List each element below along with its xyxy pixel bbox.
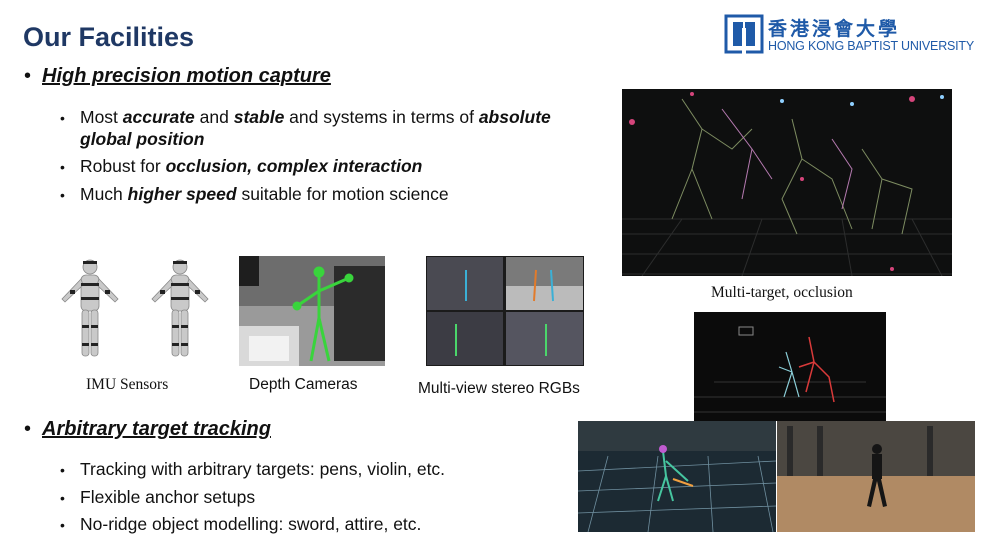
list-item: • No-ridge object modelling: sword, atti… xyxy=(60,513,421,536)
caption-multi-view-stereo: Multi-view stereo RGBs xyxy=(418,380,580,397)
bullet-dot: • xyxy=(60,110,65,126)
logo-english-name: HONG KONG BAPTIST UNIVERSITY xyxy=(768,39,975,53)
list-item-continuation: global position xyxy=(80,129,205,149)
bullet-dot: • xyxy=(60,490,65,506)
list-item: • Most accurate and stable and systems i… xyxy=(60,106,551,129)
imu-body-front xyxy=(61,259,119,357)
section-heading-motion-capture: High precision motion capture xyxy=(42,65,331,87)
imu-body-back xyxy=(151,259,209,357)
bullet-dot: • xyxy=(60,462,65,478)
list-item: • Much higher speed suitable for motion … xyxy=(60,183,449,206)
logo-chinese-name: 香港浸會大學 xyxy=(768,18,901,40)
bullet-dot: • xyxy=(60,187,65,203)
university-logo: 香港浸會大學 HONG KONG BAPTIST UNIVERSITY xyxy=(724,14,974,58)
occlusion-demo-image xyxy=(694,312,886,421)
list-item: • Flexible anchor setups xyxy=(60,486,255,509)
motion-capture-list: • Most accurate and stable and systems i… xyxy=(60,106,600,206)
caption-depth-cameras: Depth Cameras xyxy=(249,376,358,393)
bullet-dot: • xyxy=(60,517,65,533)
bullet-dot: • xyxy=(24,418,32,440)
hkbu-emblem-icon xyxy=(724,14,764,54)
multi-target-occlusion-image xyxy=(622,89,952,276)
caption-imu-sensors: IMU Sensors xyxy=(86,376,169,393)
multi-view-stereo-figure xyxy=(426,256,584,366)
arbitrary-target-3d-view-image xyxy=(578,421,776,532)
depth-camera-figure xyxy=(239,256,385,366)
section-heading-arbitrary-tracking: Arbitrary target tracking xyxy=(42,418,271,440)
imu-sensors-figure xyxy=(61,259,209,357)
list-item: • Tracking with arbitrary targets: pens,… xyxy=(60,458,445,481)
page-title: Our Facilities xyxy=(23,22,195,52)
arbitrary-tracking-list: • Tracking with arbitrary targets: pens,… xyxy=(60,458,560,538)
bullet-dot: • xyxy=(24,65,32,87)
list-item: • Robust for occlusion, complex interact… xyxy=(60,155,422,178)
arbitrary-target-studio-photo xyxy=(777,421,975,532)
caption-multi-target: Multi-target, occlusion xyxy=(711,284,853,301)
bullet-dot: • xyxy=(60,159,65,175)
